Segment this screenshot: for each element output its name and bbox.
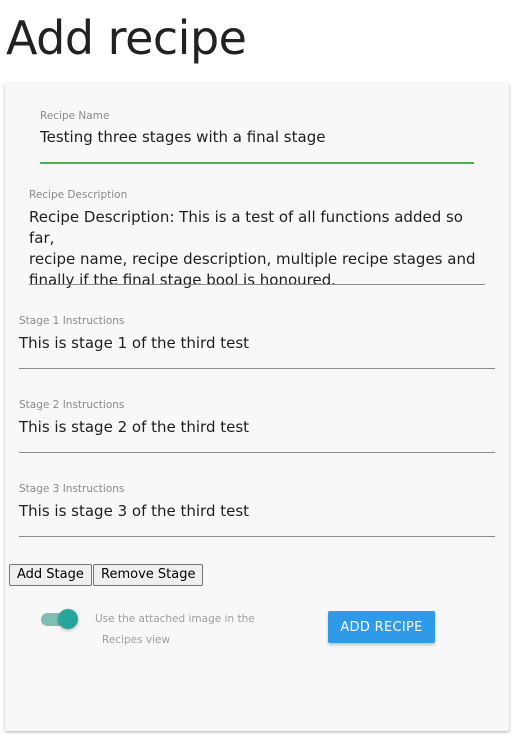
recipe-name-label: Recipe Name [40, 110, 110, 122]
toggle-label-line-1: Use the attached image in the [95, 613, 255, 625]
stage-1-underline [19, 368, 495, 369]
stage-2-label: Stage 2 Instructions [19, 399, 125, 411]
recipe-description-field[interactable]: Recipe Description Recipe Description: T… [29, 188, 485, 289]
toggle-thumb [58, 609, 78, 629]
stage-3-input[interactable]: This is stage 3 of the third test [19, 501, 495, 522]
add-stage-button[interactable]: Add Stage [9, 564, 92, 586]
remove-stage-button[interactable]: Remove Stage [93, 564, 204, 586]
add-recipe-button[interactable]: ADD RECIPE [328, 611, 435, 643]
recipe-name-underline [40, 162, 474, 164]
stage-3-label: Stage 3 Instructions [19, 483, 125, 495]
stage-3-field[interactable]: Stage 3 Instructions This is stage 3 of … [19, 482, 495, 537]
stage-3-underline [19, 536, 495, 537]
recipe-description-input[interactable]: Recipe Description: This is a test of al… [29, 207, 485, 291]
page-title: Add recipe [6, 11, 247, 65]
recipe-description-underline [29, 284, 485, 285]
stage-2-field[interactable]: Stage 2 Instructions This is stage 2 of … [19, 398, 495, 453]
recipe-description-label: Recipe Description [29, 189, 128, 201]
stage-2-underline [19, 452, 495, 453]
toggle-label-line-2: Recipes view [102, 634, 171, 646]
use-image-toggle[interactable] [39, 607, 79, 631]
recipe-name-input[interactable]: Testing three stages with a final stage [40, 127, 474, 148]
stage-1-field[interactable]: Stage 1 Instructions This is stage 1 of … [19, 314, 495, 369]
recipe-form-card: Recipe Name Testing three stages with a … [5, 83, 509, 731]
use-image-toggle-label: Use the attached image in the Recipes vi… [95, 609, 255, 651]
stage-1-label: Stage 1 Instructions [19, 315, 125, 327]
recipe-name-field[interactable]: Recipe Name Testing three stages with a … [40, 109, 474, 164]
stage-2-input[interactable]: This is stage 2 of the third test [19, 417, 495, 438]
stage-1-input[interactable]: This is stage 1 of the third test [19, 333, 495, 354]
